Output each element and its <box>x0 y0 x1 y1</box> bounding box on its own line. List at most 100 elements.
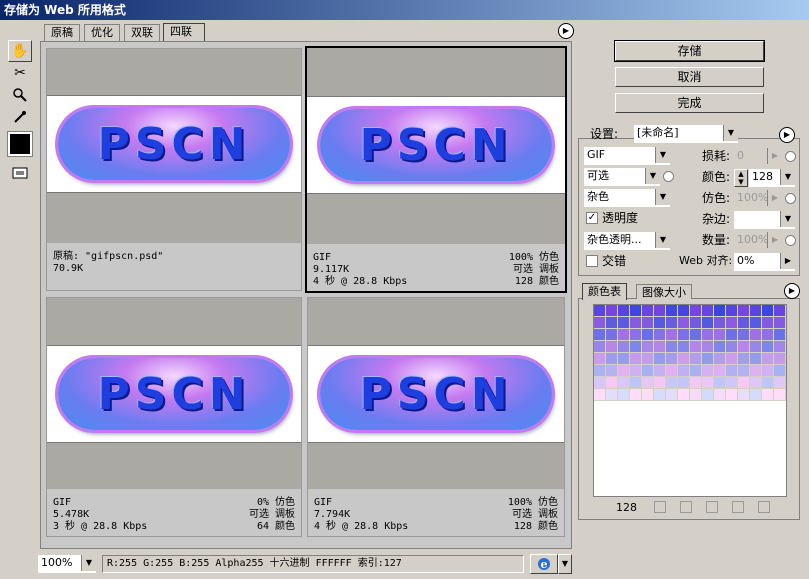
color-swatch[interactable] <box>702 317 714 329</box>
color-swatch[interactable] <box>594 329 606 341</box>
color-swatch[interactable] <box>642 341 654 353</box>
color-swatch[interactable] <box>702 377 714 389</box>
lossy-optimize-toggle[interactable] <box>785 151 796 162</box>
color-swatch[interactable] <box>666 365 678 377</box>
color-swatch[interactable] <box>666 377 678 389</box>
eyedropper-tool[interactable] <box>8 106 32 128</box>
color-swatch[interactable] <box>666 317 678 329</box>
lock-icon[interactable] <box>706 501 718 513</box>
color-swatch[interactable] <box>606 365 618 377</box>
color-swatch[interactable] <box>750 365 762 377</box>
web-snap-color-icon[interactable] <box>654 501 666 513</box>
color-swatch[interactable] <box>618 377 630 389</box>
color-swatch[interactable] <box>714 329 726 341</box>
color-swatch[interactable] <box>726 341 738 353</box>
cancel-button[interactable]: 取消 <box>615 67 764 87</box>
color-swatch[interactable] <box>738 305 750 317</box>
settings-menu-button[interactable]: ▶ <box>779 127 795 143</box>
color-swatch[interactable] <box>738 389 750 401</box>
preview-menu-button[interactable]: ▶ <box>558 23 574 39</box>
color-swatch[interactable] <box>678 341 690 353</box>
color-swatch[interactable] <box>642 329 654 341</box>
dither-algorithm-select[interactable]: 杂色 ▼ <box>584 189 670 207</box>
tab-4up[interactable]: 四联 <box>163 23 205 42</box>
color-swatch[interactable] <box>678 317 690 329</box>
color-swatch[interactable] <box>618 317 630 329</box>
color-swatch[interactable] <box>594 377 606 389</box>
color-swatch[interactable] <box>606 341 618 353</box>
color-swatch[interactable] <box>678 353 690 365</box>
color-swatch[interactable] <box>654 377 666 389</box>
color-swatch[interactable] <box>618 353 630 365</box>
color-swatch[interactable] <box>678 329 690 341</box>
color-swatch[interactable] <box>762 341 774 353</box>
color-swatch[interactable] <box>774 353 786 365</box>
color-swatch[interactable] <box>726 389 738 401</box>
preview-pane-2[interactable]: PSCN GIF 9.117K 4 秒 @ 28.8 Kbps 100% 仿色 … <box>305 46 567 293</box>
color-swatch[interactable] <box>642 305 654 317</box>
color-swatch[interactable] <box>606 353 618 365</box>
tab-image-size[interactable]: 图像大小 <box>636 284 692 299</box>
color-swatch[interactable] <box>618 389 630 401</box>
amount-field[interactable]: 100% ▶ <box>734 232 782 250</box>
color-swatch[interactable] <box>690 389 702 401</box>
transparency-dither-select[interactable]: 杂色透明... ▼ <box>584 232 670 250</box>
color-swatch[interactable] <box>666 341 678 353</box>
color-swatch[interactable] <box>618 341 630 353</box>
zoom-select[interactable]: 100% ▼ <box>38 555 96 573</box>
color-swatch[interactable] <box>738 365 750 377</box>
color-swatch[interactable] <box>726 353 738 365</box>
color-swatch[interactable] <box>666 353 678 365</box>
color-swatch[interactable] <box>714 365 726 377</box>
color-swatch[interactable] <box>690 329 702 341</box>
tab-original[interactable]: 原稿 <box>44 24 80 41</box>
color-swatch[interactable] <box>750 353 762 365</box>
color-swatch[interactable] <box>654 305 666 317</box>
trash-icon[interactable] <box>758 501 770 513</box>
color-swatch[interactable] <box>642 377 654 389</box>
preview-pane-4[interactable]: PSCN GIF 7.794K 4 秒 @ 28.8 Kbps 100% 仿色 … <box>307 297 565 537</box>
color-swatch[interactable] <box>774 377 786 389</box>
color-swatch[interactable] <box>678 365 690 377</box>
color-swatch[interactable] <box>618 329 630 341</box>
color-swatch[interactable] <box>714 353 726 365</box>
slice-select-tool[interactable]: ✂ <box>8 62 32 84</box>
color-swatch[interactable] <box>750 341 762 353</box>
color-swatch[interactable] <box>714 389 726 401</box>
color-swatch[interactable] <box>630 317 642 329</box>
color-swatch[interactable] <box>654 329 666 341</box>
color-swatch[interactable] <box>630 365 642 377</box>
color-swatch[interactable] <box>762 389 774 401</box>
color-swatch[interactable] <box>774 389 786 401</box>
color-swatch[interactable] <box>594 389 606 401</box>
color-swatch[interactable] <box>702 329 714 341</box>
toggle-slices-button[interactable] <box>8 162 32 184</box>
color-swatch[interactable] <box>738 317 750 329</box>
color-swatch[interactable] <box>618 365 630 377</box>
done-button[interactable]: 完成 <box>615 93 764 113</box>
color-swatch[interactable] <box>702 305 714 317</box>
preview-pane-original[interactable]: PSCN 原稿: "gifpscn.psd" 70.9K <box>46 48 302 291</box>
color-swatch[interactable] <box>630 305 642 317</box>
color-swatch[interactable] <box>738 329 750 341</box>
color-swatch[interactable] <box>690 353 702 365</box>
matte-select[interactable]: ▼ <box>734 211 795 229</box>
color-swatch[interactable] <box>606 317 618 329</box>
color-swatch[interactable] <box>726 377 738 389</box>
settings-preset-select[interactable]: [未命名] ▼ <box>634 125 738 143</box>
color-swatch[interactable] <box>774 329 786 341</box>
lock-color-icon[interactable] <box>680 501 692 513</box>
color-swatch[interactable] <box>594 341 606 353</box>
color-swatch[interactable] <box>654 389 666 401</box>
interlace-checkbox[interactable] <box>586 255 598 267</box>
color-swatch[interactable] <box>594 317 606 329</box>
color-swatch[interactable] <box>666 389 678 401</box>
color-swatch[interactable] <box>738 377 750 389</box>
color-swatch[interactable] <box>594 353 606 365</box>
color-swatch[interactable] <box>774 317 786 329</box>
color-swatch[interactable] <box>690 317 702 329</box>
color-swatch[interactable] <box>714 341 726 353</box>
color-swatch[interactable] <box>702 341 714 353</box>
tab-color-table[interactable]: 颜色表 <box>582 283 627 300</box>
color-swatch[interactable] <box>726 329 738 341</box>
